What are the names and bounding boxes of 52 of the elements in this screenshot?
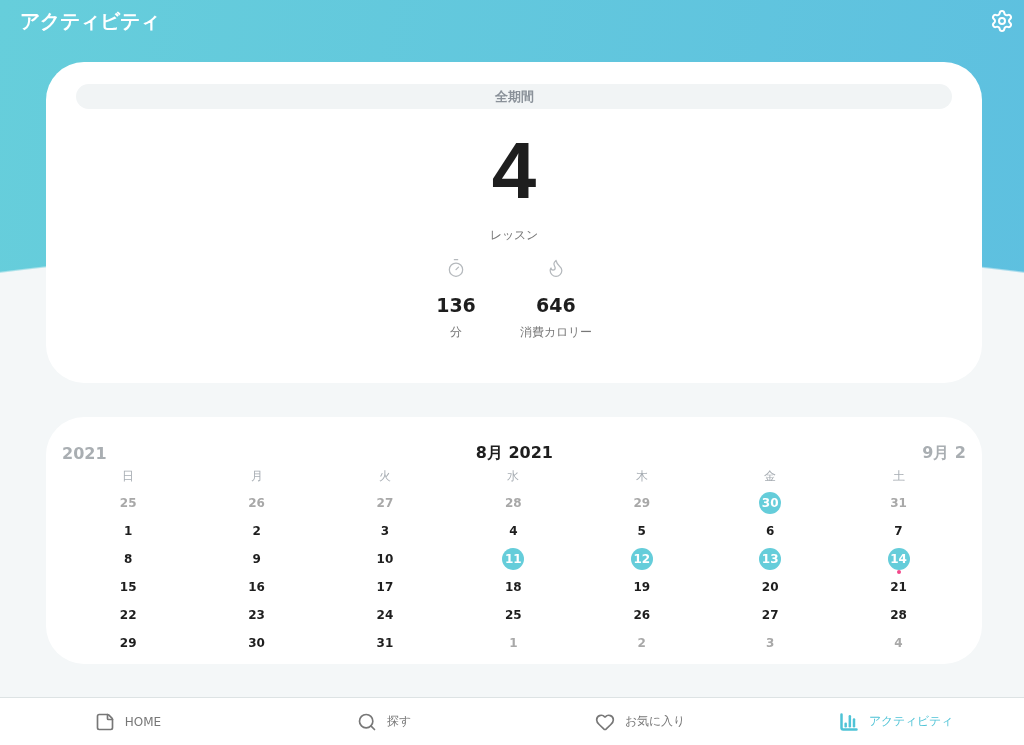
tab-bar-item[interactable]: HOME <box>0 698 256 745</box>
weekday-label: 月 <box>250 468 263 485</box>
lesson-count: 4 <box>491 131 537 211</box>
calendar-day[interactable]: 24 <box>373 604 396 626</box>
calendar-day[interactable]: 15 <box>117 576 140 598</box>
weekday-label: 水 <box>507 468 520 485</box>
weekday-label: 日 <box>122 468 135 485</box>
heart-icon <box>595 711 615 732</box>
page-title: アクティビティ <box>20 7 160 35</box>
note-icon <box>94 711 115 732</box>
calendar-day[interactable]: 20 <box>759 576 782 598</box>
calendar-day[interactable]: 8 <box>117 548 140 570</box>
calendar-day[interactable]: 31 <box>373 632 396 654</box>
calendar-day[interactable]: 16 <box>245 576 268 598</box>
tab-bar-item[interactable]: 探す <box>256 698 512 745</box>
tab-bar-item[interactable]: お気に入り <box>512 698 768 745</box>
calendar-day[interactable]: 29 <box>117 632 140 654</box>
lesson-label: レッスン <box>490 227 538 244</box>
weekday-label: 木 <box>635 468 648 485</box>
settings-button[interactable] <box>990 9 1014 33</box>
stat-label: 分 <box>450 324 462 341</box>
weekday-label: 金 <box>764 468 777 485</box>
stat-value: 646 <box>536 294 576 316</box>
calendar-day[interactable]: 21 <box>887 576 910 598</box>
calendar-day[interactable]: 6 <box>759 520 782 542</box>
calendar-day[interactable]: 4 <box>502 520 525 542</box>
bar-chart-icon <box>839 711 859 732</box>
calendar-day[interactable]: 23 <box>245 604 268 626</box>
calendar-day[interactable]: 27 <box>759 604 782 626</box>
stat-label: 消費カロリー <box>519 324 592 341</box>
calendar-day[interactable]: 30 <box>245 632 268 654</box>
weekday-label: 火 <box>378 468 391 485</box>
calendar-day[interactable]: 22 <box>117 604 140 626</box>
calendar-day[interactable]: 19 <box>630 576 653 598</box>
calendar-day[interactable]: 5 <box>630 520 653 542</box>
stopwatch-icon <box>446 258 466 278</box>
month-title: 8月 2021 <box>475 443 553 464</box>
calendar-day[interactable]: 17 <box>373 576 396 598</box>
calendar-day[interactable]: 3 <box>373 520 396 542</box>
calendar-day[interactable]: 1 <box>117 520 140 542</box>
stat-value: 136 <box>436 294 476 316</box>
calendar-day[interactable]: 10 <box>373 548 396 570</box>
calendar-day[interactable]: 26 <box>630 604 653 626</box>
calendar-day[interactable]: 25 <box>502 604 525 626</box>
calendar-day[interactable]: 9 <box>245 548 268 570</box>
calendar-day[interactable]: 7 <box>887 520 910 542</box>
weekday-label: 土 <box>892 468 905 485</box>
search-icon <box>357 711 377 732</box>
calendar-day[interactable]: 18 <box>502 576 525 598</box>
settings-icon <box>990 9 1014 33</box>
calendar-day[interactable]: 28 <box>887 604 910 626</box>
calendar-day[interactable]: 2 <box>245 520 268 542</box>
